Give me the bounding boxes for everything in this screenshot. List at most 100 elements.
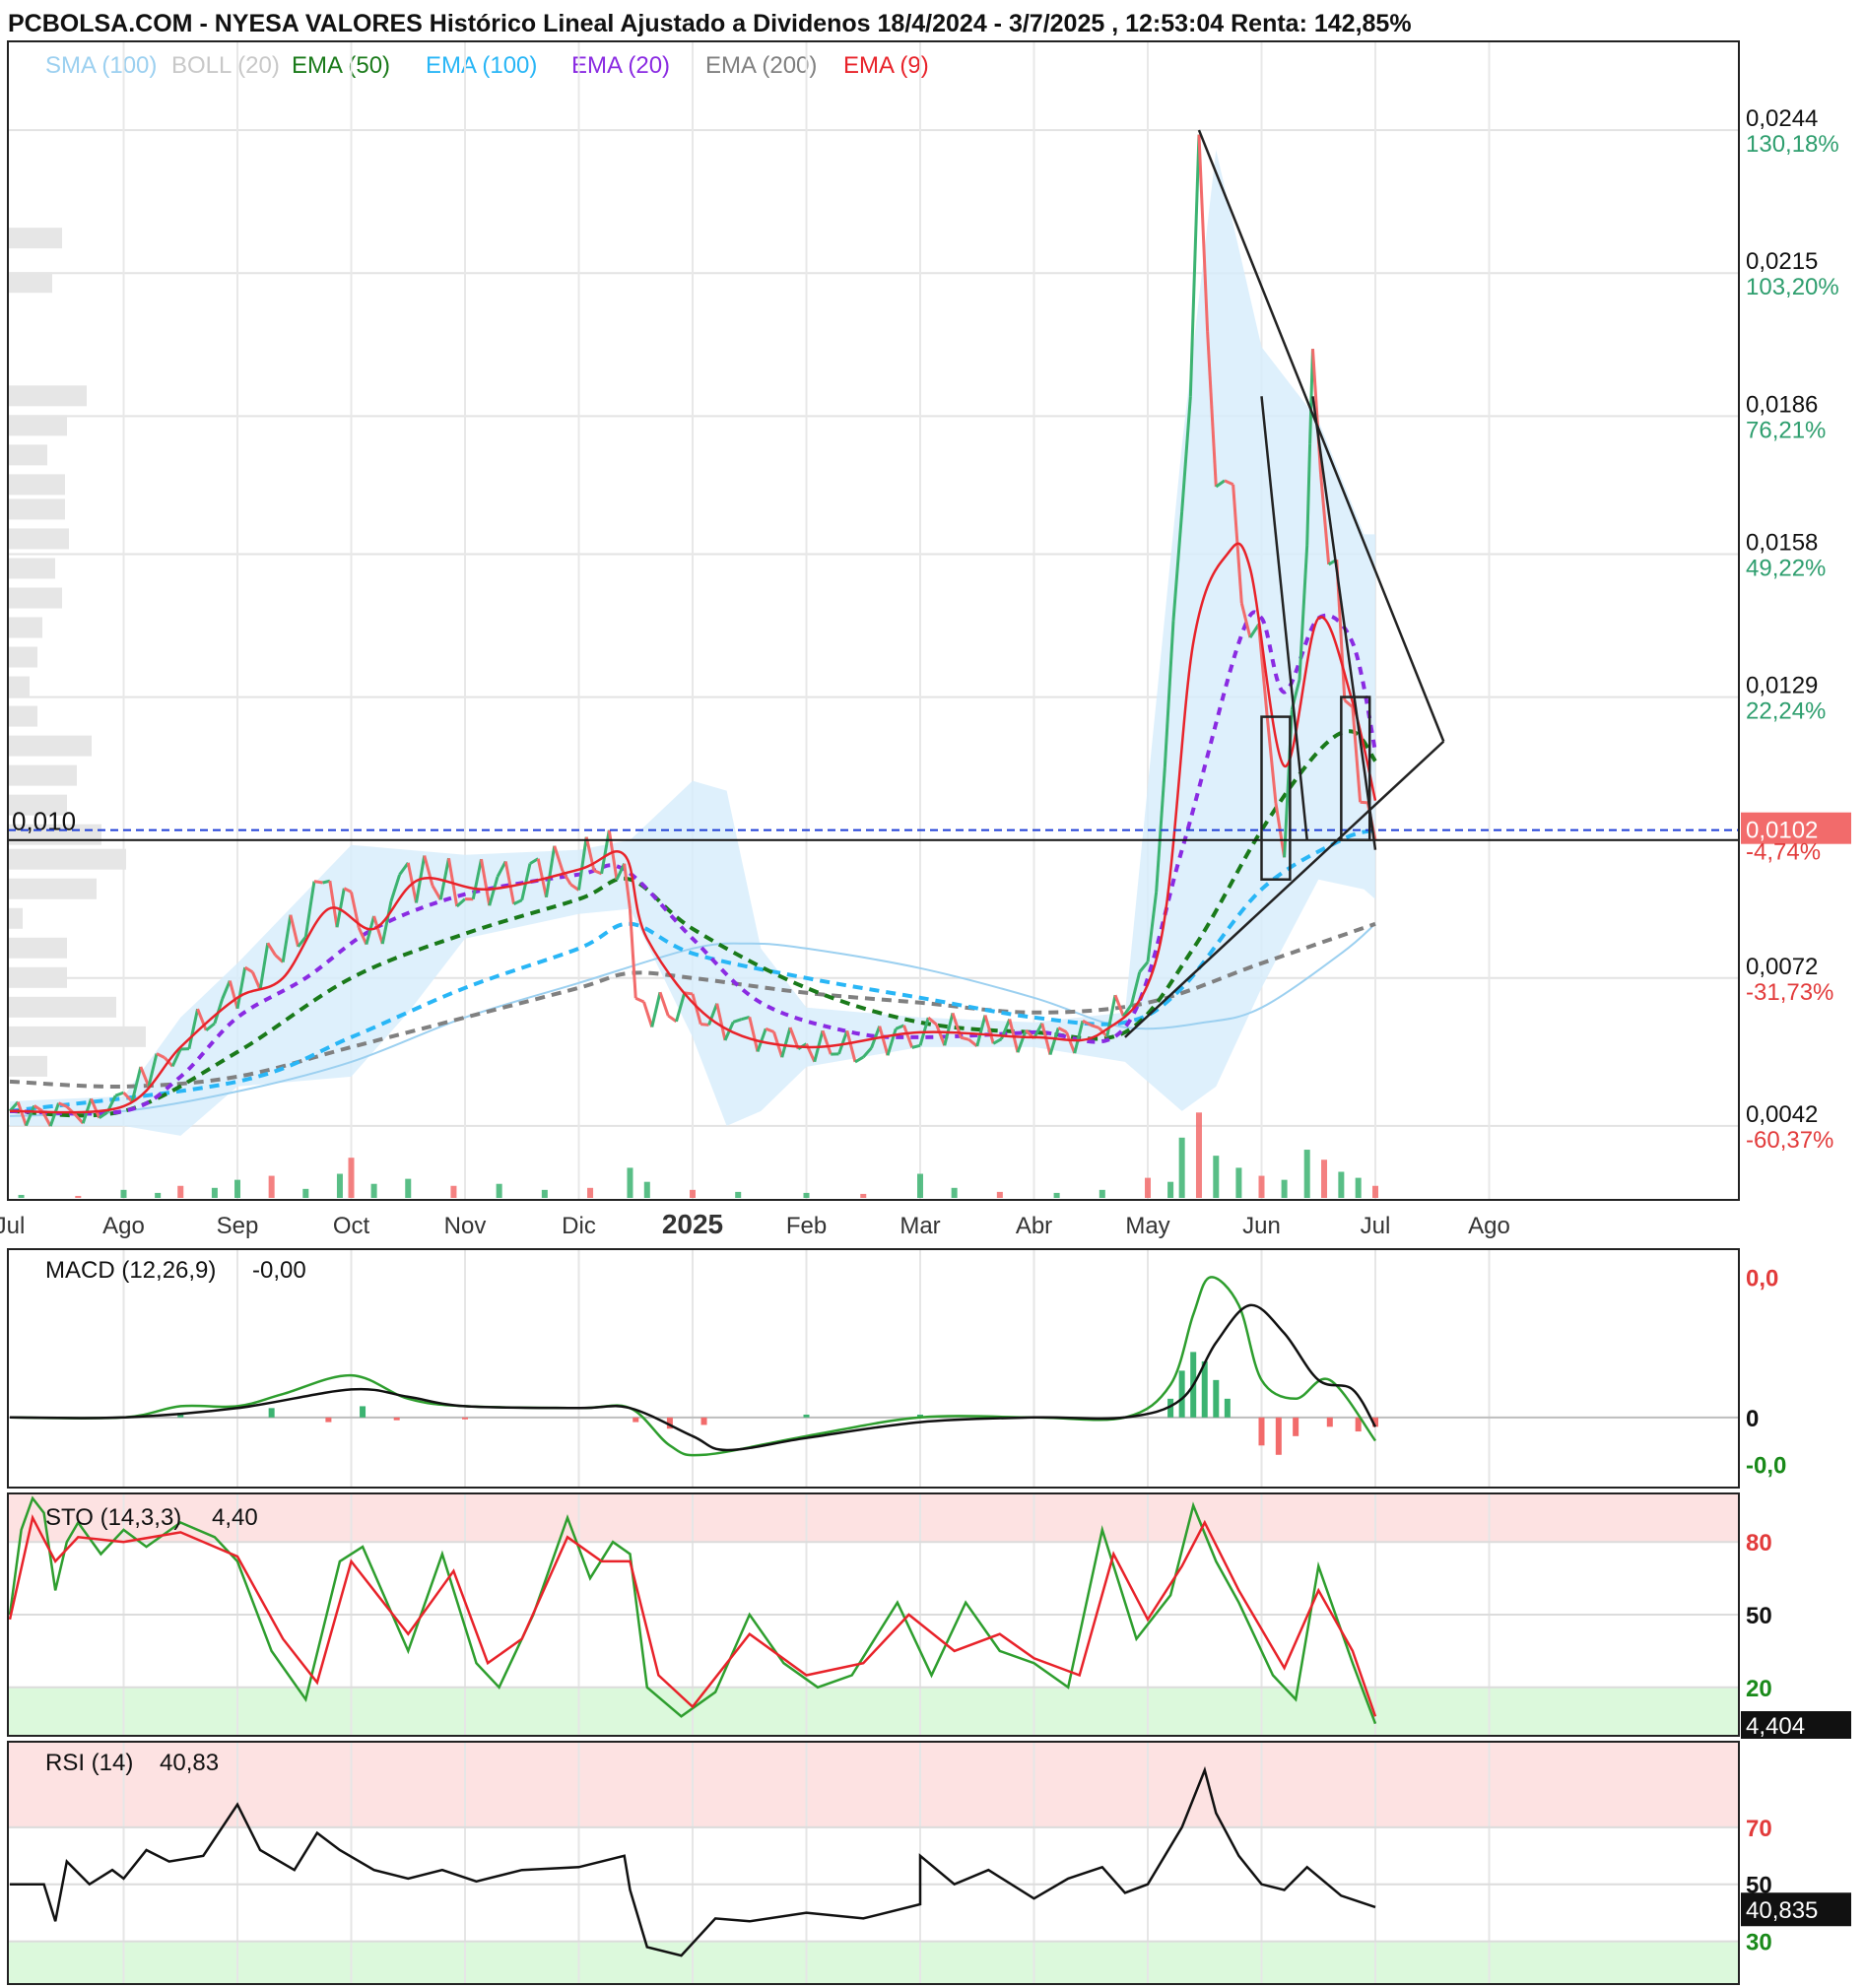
price-pct-5: -31,73% <box>1746 979 1833 1006</box>
price-pct-6: -60,37% <box>1746 1127 1833 1154</box>
chart-title: PCBOLSA.COM - NYESA VALORES Histórico Li… <box>8 10 1412 37</box>
legend-item-1: BOLL (20) <box>171 52 280 79</box>
sto-panel: 80 50 20 4,404 <box>7 1492 1851 1740</box>
volume-bar-35 <box>1281 1179 1288 1198</box>
price-tick-4: 0,0129 <box>1746 673 1818 699</box>
volume-bar-9 <box>336 1173 343 1198</box>
price-tick-6: 0,0042 <box>1746 1101 1818 1128</box>
volume-bar-13 <box>450 1185 457 1198</box>
sto-tick-1: 50 <box>1746 1603 1772 1629</box>
legend-item-5: EMA (200) <box>705 52 817 79</box>
rsi-panel-oversold-zone <box>8 1941 1739 1984</box>
legend-item-0: SMA (100) <box>45 52 157 79</box>
macd-hist-5 <box>462 1417 468 1420</box>
volume-bar-24 <box>951 1187 958 1198</box>
volume-bar-18 <box>643 1181 650 1198</box>
price-segment-38 <box>313 880 323 885</box>
profile-bar-1 <box>8 272 52 294</box>
month-tick-5: Dic <box>562 1213 596 1239</box>
sto-panel-overbought-zone <box>8 1493 1739 1543</box>
volume-bar-19 <box>690 1189 696 1198</box>
price-tick-1: 0,0215 <box>1746 248 1818 275</box>
macd-hist-1 <box>268 1408 275 1418</box>
price-tick-5: 0,0072 <box>1746 954 1818 980</box>
sto-tick-2: 20 <box>1746 1676 1772 1702</box>
macd-panel-bg <box>8 1249 1739 1488</box>
volume-bar-29 <box>1167 1181 1174 1198</box>
profile-bar-14 <box>8 735 92 757</box>
month-tick-7: Feb <box>786 1213 827 1239</box>
volume-bar-7 <box>268 1175 275 1198</box>
month-tick-4: Nov <box>444 1213 487 1239</box>
volume-bar-0 <box>18 1194 25 1198</box>
volume-bar-34 <box>1258 1175 1265 1198</box>
profile-bar-18 <box>8 848 126 870</box>
macd-hist-18 <box>1275 1417 1282 1455</box>
macd-hist-9 <box>803 1414 810 1418</box>
volume-bar-11 <box>370 1183 377 1198</box>
volume-bar-14 <box>496 1183 502 1198</box>
macd-tick-2: -0,0 <box>1746 1452 1786 1479</box>
macd-hist-4 <box>393 1417 400 1421</box>
volume-bar-36 <box>1303 1150 1310 1198</box>
volume-bar-31 <box>1195 1112 1202 1198</box>
month-axis: Jul Ago Sep Oct Nov Dic 2025 Feb Mar Abr May Jun Jul… <box>0 1202 1739 1247</box>
macd-hist-3 <box>360 1406 366 1418</box>
legend-item-2: EMA (50) <box>292 52 390 79</box>
profile-bar-19 <box>8 878 97 899</box>
profile-bar-24 <box>8 1026 146 1047</box>
macd-hist-6 <box>633 1417 639 1423</box>
price-segment-169 <box>1360 800 1368 805</box>
legend-item-4: EMA (20) <box>571 52 670 79</box>
profile-bar-3 <box>8 415 67 436</box>
volume-bar-32 <box>1213 1156 1220 1198</box>
macd-hist-16 <box>1224 1398 1231 1418</box>
macd-hist-17 <box>1258 1417 1265 1446</box>
month-tick-0: Jul <box>0 1213 25 1239</box>
volume-bar-27 <box>1099 1189 1105 1198</box>
month-tick-12: Jul <box>1361 1213 1391 1239</box>
volume-bar-1 <box>75 1195 82 1198</box>
volume-bar-40 <box>1372 1185 1378 1198</box>
price-pct-4: 22,24% <box>1746 698 1826 725</box>
volume-bar-21 <box>803 1192 810 1198</box>
profile-bar-0 <box>8 228 62 249</box>
macd-hist-2 <box>325 1417 332 1423</box>
sto-panel-oversold-zone <box>8 1687 1739 1736</box>
month-tick-10: May <box>1125 1213 1169 1239</box>
sto-tick-0: 80 <box>1746 1530 1772 1557</box>
rsi-panel: 70503040,835 <box>7 1741 1851 1985</box>
profile-bar-10 <box>8 617 42 638</box>
volume-bar-25 <box>996 1191 1003 1198</box>
price-tick-3: 0,0158 <box>1746 529 1818 556</box>
rsi-tick-0: 70 <box>1746 1816 1772 1842</box>
price-pct-2: 76,21% <box>1746 417 1826 443</box>
macd-hist-15 <box>1213 1379 1220 1418</box>
volume-bar-3 <box>155 1192 162 1198</box>
volume-bar-15 <box>541 1189 548 1198</box>
profile-bar-4 <box>8 444 47 466</box>
macd-tick-0: 0,0 <box>1746 1265 1778 1292</box>
profile-bar-6 <box>8 498 65 520</box>
volume-bar-38 <box>1338 1171 1345 1198</box>
reference-label: 0,010 <box>12 807 76 836</box>
volume-bar-6 <box>234 1179 240 1198</box>
rsi-value: 40,83 <box>160 1750 219 1776</box>
month-tick-1: Ago <box>102 1213 145 1239</box>
profile-bar-2 <box>8 385 87 407</box>
macd-panel: 0,0 0 -0,0 <box>7 1248 1786 1489</box>
profile-bar-5 <box>8 474 65 496</box>
rsi-label: RSI (14) <box>45 1750 133 1776</box>
month-tick-9: Abr <box>1016 1213 1052 1239</box>
profile-bar-9 <box>8 587 62 609</box>
volume-bar-33 <box>1235 1167 1242 1198</box>
sto-value: 4,40 <box>212 1504 258 1531</box>
volume-bar-39 <box>1355 1177 1362 1198</box>
volume-bar-30 <box>1178 1137 1185 1198</box>
month-tick-2: Sep <box>217 1213 259 1239</box>
price-segment-119 <box>960 1035 969 1041</box>
month-tick-8: Mar <box>899 1213 940 1239</box>
month-tick-6: 2025 <box>662 1209 723 1239</box>
macd-hist-8 <box>700 1417 707 1425</box>
volume-bar-12 <box>405 1178 412 1198</box>
